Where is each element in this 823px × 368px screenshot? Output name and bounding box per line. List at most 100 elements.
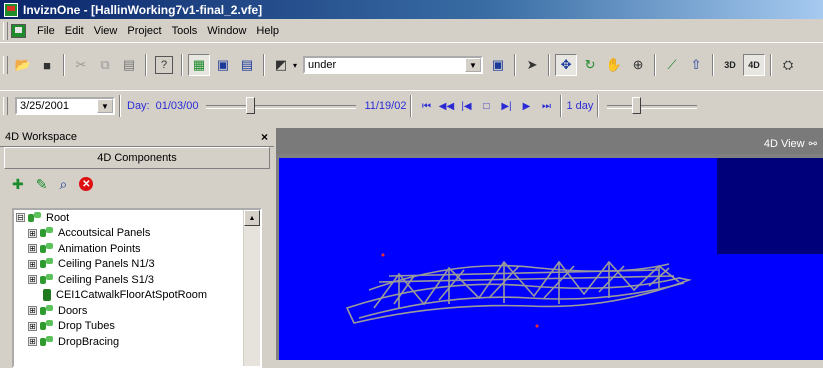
components-tab[interactable]: 4D Components bbox=[4, 147, 270, 169]
tree-item-label: Drop Tubes bbox=[58, 320, 115, 333]
tree-scrollbar[interactable]: ▲ bbox=[243, 210, 260, 366]
expand-icon[interactable]: ⊞ bbox=[28, 228, 37, 238]
separator bbox=[654, 54, 657, 76]
toolbar-grip[interactable] bbox=[3, 56, 8, 74]
step-label: 1 day bbox=[566, 100, 594, 112]
filter-dropdown-icon[interactable]: ▼ bbox=[465, 58, 482, 72]
collapse-icon[interactable]: ⊟ bbox=[16, 213, 25, 223]
date-dropdown-icon[interactable]: ▼ bbox=[97, 99, 113, 113]
separator bbox=[119, 95, 121, 117]
panel-icon[interactable]: ▣ bbox=[212, 54, 234, 76]
workspace-close-button[interactable]: × bbox=[261, 130, 268, 144]
expand-icon[interactable]: ⊞ bbox=[28, 306, 37, 316]
step-thumb[interactable] bbox=[631, 97, 641, 114]
menu-edit[interactable]: Edit bbox=[60, 25, 89, 37]
component-group-icon bbox=[40, 335, 54, 348]
tree-item[interactable]: ⊞ Animation Points bbox=[14, 241, 260, 257]
menu-tools[interactable]: Tools bbox=[167, 25, 203, 37]
copy-icon[interactable]: ⧉ bbox=[94, 54, 116, 76]
step-track bbox=[607, 105, 698, 109]
filter-value: under bbox=[308, 59, 337, 71]
grid-icon[interactable]: ▤ bbox=[236, 54, 258, 76]
select-arrow-icon[interactable]: ➤ bbox=[521, 54, 543, 76]
window-title: InviznOne - [HallinWorking7v1-final_2.vf… bbox=[23, 2, 263, 17]
timeline-slider[interactable] bbox=[206, 96, 357, 116]
move-icon[interactable]: ✥ bbox=[555, 54, 578, 76]
component-tree[interactable]: ⊟ Root ⊞ Accoutsical Panels ⊞ Animation Point… bbox=[12, 208, 262, 368]
tree-item[interactable]: ⊞ Accoutsical Panels bbox=[14, 226, 260, 242]
view-mode-icon[interactable]: ▦ bbox=[188, 54, 210, 76]
tree-item-label: Ceiling Panels N1/3 bbox=[58, 258, 155, 271]
menu-project[interactable]: Project bbox=[122, 25, 166, 37]
rotate-icon[interactable]: ↻ bbox=[579, 54, 601, 76]
workspace-icon-bar: ✚ ✎ ⌕ ✕ bbox=[0, 169, 274, 199]
3d-view-canvas[interactable] bbox=[279, 158, 823, 360]
tree-item[interactable]: ⊞ DropBracing bbox=[14, 334, 260, 350]
component-group-icon bbox=[40, 258, 54, 270]
step-slider[interactable] bbox=[607, 96, 698, 116]
app-icon[interactable] bbox=[4, 2, 18, 17]
help-icon[interactable]: ? bbox=[155, 56, 173, 74]
save-icon[interactable]: ■ bbox=[36, 54, 58, 76]
view-panel: 4D View ⚯ bbox=[276, 128, 823, 360]
separator bbox=[548, 54, 551, 76]
view-glasses-icon[interactable]: ⚯ bbox=[809, 139, 817, 150]
tree-item[interactable]: CEI1CatwalkFloorAtSpotRoom bbox=[14, 288, 260, 304]
edit-component-icon[interactable]: ✎ bbox=[36, 176, 48, 193]
measure-icon[interactable]: ⟋ bbox=[661, 54, 683, 76]
rewind-icon[interactable]: ◀◀ bbox=[438, 98, 454, 114]
open-folder-icon[interactable]: 📂 bbox=[12, 54, 34, 76]
pan-icon[interactable]: ✋ bbox=[603, 54, 625, 76]
timeline-grip[interactable] bbox=[3, 97, 8, 115]
document-icon[interactable] bbox=[11, 24, 26, 38]
step-forward-icon[interactable]: ▶| bbox=[498, 98, 514, 114]
timeline-track bbox=[206, 105, 357, 109]
filter-apply-icon[interactable]: ▣ bbox=[487, 54, 509, 76]
title-bar[interactable]: InviznOne - [HallinWorking7v1-final_2.vf… bbox=[0, 0, 823, 19]
tree-item[interactable]: ⊞ Drop Tubes bbox=[14, 319, 260, 335]
3d-box-icon[interactable]: ◩ bbox=[270, 54, 292, 76]
tree-item[interactable]: ⊟ Root bbox=[14, 210, 260, 226]
search-component-icon[interactable]: ⌕ bbox=[59, 176, 67, 193]
tree-item-label: Root bbox=[46, 211, 70, 224]
timeline-thumb[interactable] bbox=[245, 97, 255, 114]
filter-combo[interactable]: under ▼ bbox=[303, 56, 484, 74]
navigate-icon[interactable]: ⇧ bbox=[685, 54, 707, 76]
skip-to-start-icon[interactable]: ⏮ bbox=[418, 98, 434, 114]
expand-icon[interactable]: ⊞ bbox=[28, 259, 37, 269]
expand-icon[interactable]: ⊞ bbox=[28, 321, 37, 331]
expand-icon[interactable]: ⊞ bbox=[28, 337, 37, 347]
scroll-up-icon[interactable]: ▲ bbox=[244, 210, 260, 226]
play-icon[interactable]: ▶ bbox=[518, 98, 534, 114]
add-component-icon[interactable]: ✚ bbox=[12, 176, 24, 193]
expand-icon[interactable]: ⊞ bbox=[28, 244, 37, 254]
3d-toggle-button[interactable]: 3D bbox=[719, 54, 741, 76]
build-icon[interactable]: ⛭ bbox=[777, 54, 799, 76]
tree-item[interactable]: ⊞ Ceiling Panels N1/3 bbox=[14, 257, 260, 273]
date-combo[interactable]: 3/25/2001 ▼ bbox=[15, 97, 115, 115]
stop-icon[interactable]: □ bbox=[478, 98, 494, 114]
menu-help[interactable]: Help bbox=[251, 25, 284, 37]
separator bbox=[560, 95, 563, 117]
skip-to-end-icon[interactable]: ⏭ bbox=[538, 98, 554, 114]
component-group-icon bbox=[40, 320, 54, 332]
cut-icon[interactable]: ✂ bbox=[70, 54, 92, 76]
view-title: 4D View bbox=[763, 138, 805, 150]
component-group-icon bbox=[40, 304, 54, 317]
tree-item[interactable]: ⊞ Ceiling Panels S1/3 bbox=[14, 272, 260, 288]
paste-icon[interactable]: ▤ bbox=[118, 54, 140, 76]
tree-item-label: DropBracing bbox=[58, 335, 120, 348]
tree-item[interactable]: ⊞ Doors bbox=[14, 303, 260, 319]
menu-window[interactable]: Window bbox=[202, 25, 251, 37]
tree-item-label: Accoutsical Panels bbox=[58, 227, 151, 240]
4d-toggle-button[interactable]: 4D bbox=[743, 54, 766, 76]
expand-icon[interactable]: ⊞ bbox=[28, 275, 37, 285]
3d-box-dropdown-icon[interactable]: ▾ bbox=[293, 61, 297, 70]
separator bbox=[410, 95, 413, 117]
step-back-icon[interactable]: |◀ bbox=[458, 98, 474, 114]
delete-component-icon[interactable]: ✕ bbox=[79, 177, 94, 191]
menu-view[interactable]: View bbox=[89, 25, 123, 37]
zoom-icon[interactable]: ⊕ bbox=[627, 54, 649, 76]
menu-file[interactable]: File bbox=[32, 25, 60, 37]
menubar-grip[interactable] bbox=[3, 22, 8, 40]
